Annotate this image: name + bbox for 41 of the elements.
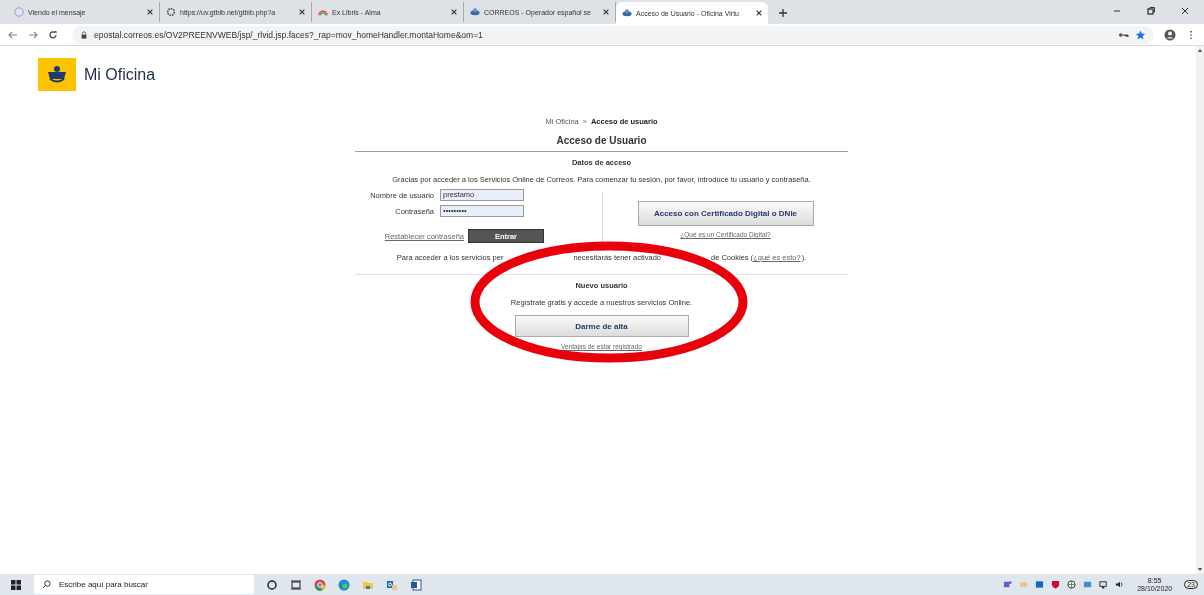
close-icon[interactable] (602, 8, 610, 16)
certificate-button[interactable]: Acceso con Certificado Digital o DNIe (637, 201, 814, 226)
chrome-icon[interactable] (314, 578, 326, 591)
scroll-down-icon[interactable] (1197, 567, 1203, 572)
back-icon[interactable] (8, 29, 18, 40)
search-placeholder: Escribe aquí para buscar (59, 580, 148, 589)
reload-icon[interactable] (48, 29, 58, 40)
profile-icon[interactable] (1164, 28, 1176, 41)
task-view-icon[interactable] (290, 578, 302, 591)
lock-icon (80, 30, 88, 39)
close-icon[interactable] (755, 9, 763, 17)
taskbar-search-field[interactable]: Escribe aquí para buscar (34, 575, 254, 594)
outlook-icon[interactable] (386, 578, 398, 591)
scroll-up-icon[interactable] (1197, 48, 1203, 53)
logo-text: Mi Oficina (84, 65, 156, 84)
word-icon[interactable] (410, 578, 422, 591)
close-icon[interactable] (1180, 6, 1190, 16)
scrollbar[interactable] (1196, 46, 1204, 574)
teams-icon[interactable] (1003, 580, 1013, 589)
shield-icon[interactable] (1051, 580, 1061, 589)
page-heading: Acceso de Usuario (556, 135, 647, 146)
url-text: epostal.correos.es/OV2PREENVWEB/jsp/_rlvid.jsp.faces?_rap=mov_homeHandler.montaHome&om=1 (94, 29, 484, 40)
register-button[interactable]: Darme de alta (514, 315, 689, 337)
forward-icon[interactable] (28, 29, 38, 40)
windows-start-icon[interactable] (10, 578, 22, 591)
close-icon[interactable] (146, 8, 154, 16)
new-tab-icon[interactable] (778, 8, 788, 18)
close-icon[interactable] (298, 8, 306, 16)
edge-icon[interactable] (338, 578, 350, 591)
network-icon[interactable] (1083, 580, 1093, 589)
monitor-icon[interactable] (1099, 580, 1109, 589)
outlook-icon[interactable] (1035, 580, 1045, 589)
cortana-icon[interactable] (266, 578, 278, 591)
speaker-icon[interactable] (1115, 580, 1125, 589)
close-icon[interactable] (450, 8, 458, 16)
search-icon (42, 580, 51, 589)
page-icon (14, 7, 24, 17)
star-icon[interactable] (1135, 29, 1146, 40)
horn-logo-icon (38, 58, 76, 91)
restore-icon[interactable] (1146, 6, 1156, 16)
address-field[interactable]: epostal.correos.es/OV2PREENVWEB/jsp/_rlvid.jsp.faces?_rap=mov_homeHandler.montaHome&om=1 (72, 25, 1154, 44)
